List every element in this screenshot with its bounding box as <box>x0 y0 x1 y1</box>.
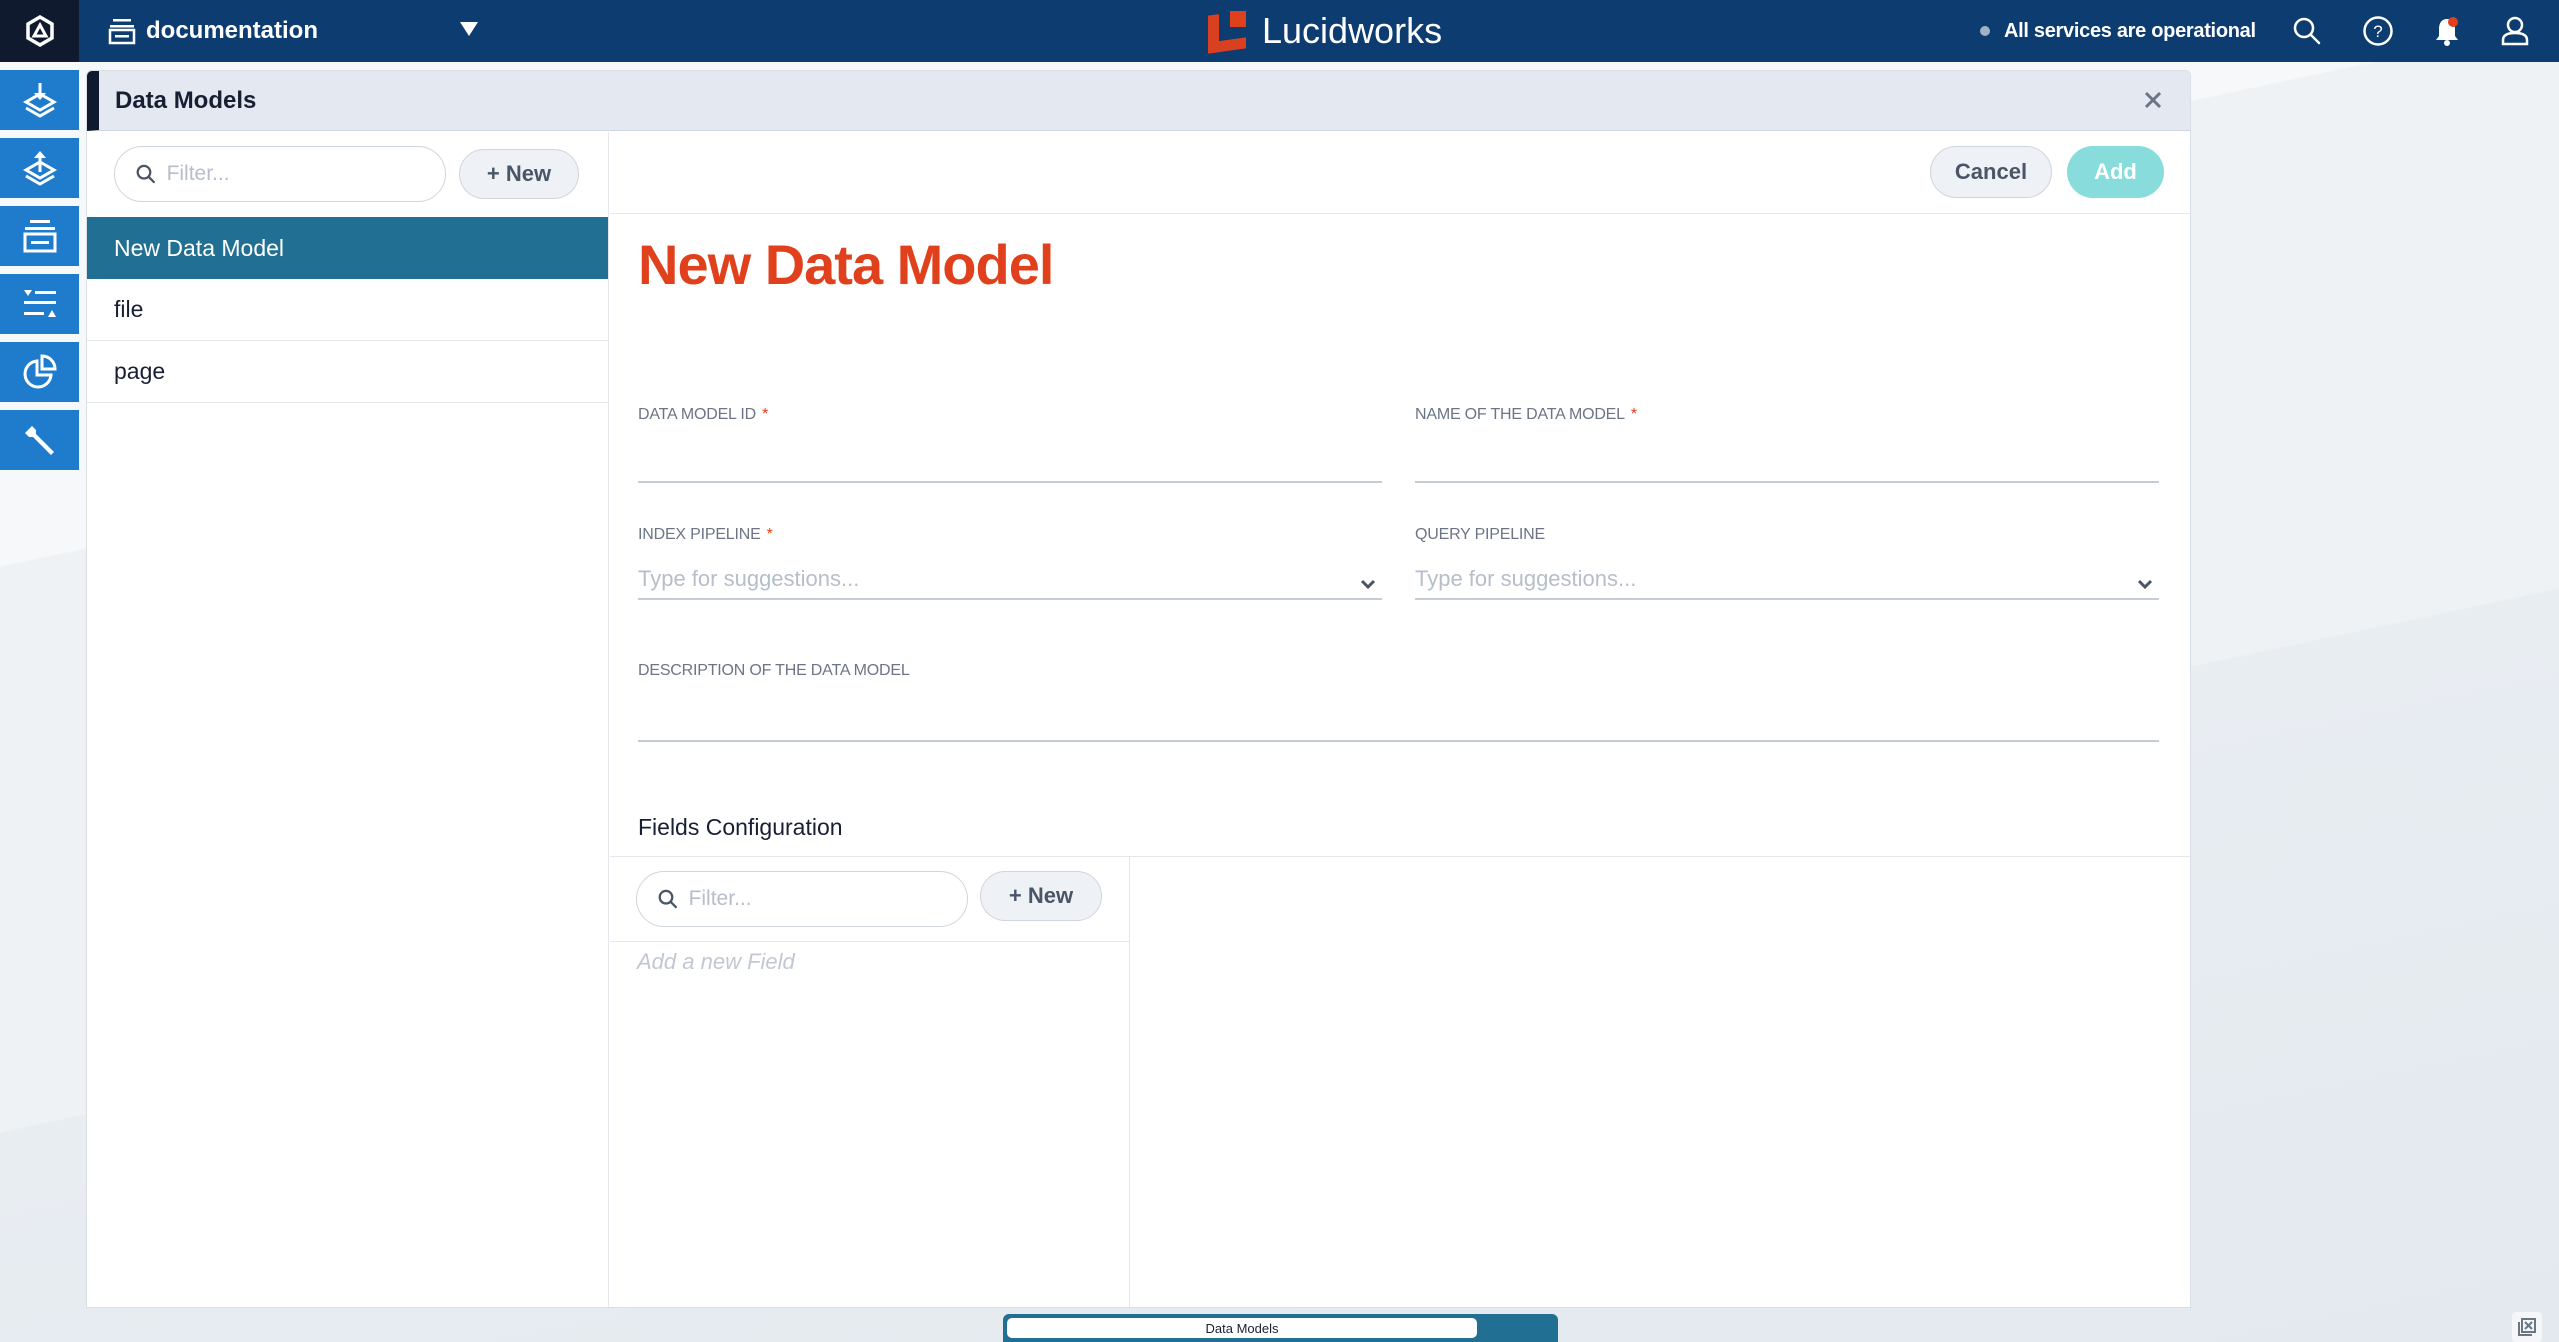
new-data-model-button[interactable]: + New <box>459 149 579 199</box>
notifications-button[interactable] <box>2430 14 2464 48</box>
rail-item-analytics[interactable] <box>0 342 79 402</box>
action-bar: Cancel Add <box>610 132 2190 214</box>
rail-item-system[interactable] <box>0 410 79 470</box>
user-icon <box>2501 16 2529 46</box>
left-nav-rail <box>0 70 79 478</box>
empty-fields-message: Add a new Field <box>637 949 795 974</box>
close-all-icon <box>2518 1318 2536 1336</box>
help-button[interactable]: ? <box>2361 14 2395 48</box>
fields-configuration-title: Fields Configuration <box>638 814 843 840</box>
list-item-label: file <box>114 296 144 322</box>
app-stack-icon <box>108 19 136 45</box>
panel-header: Data Models <box>87 71 2190 131</box>
list-item[interactable]: file <box>87 279 608 341</box>
close-all-panels-button[interactable] <box>2512 1312 2542 1342</box>
add-button[interactable]: Add <box>2067 146 2164 198</box>
new-field-button[interactable]: + New <box>980 871 1102 921</box>
status-dot-icon <box>1980 26 1990 36</box>
close-panel-button[interactable] <box>2138 85 2168 115</box>
field-label: NAME OF THE DATA MODEL * <box>1415 406 1637 423</box>
data-model-form-panel: Cancel Add New Data Model DATA MODEL ID *… <box>610 132 2190 1307</box>
data-model-name-field: NAME OF THE DATA MODEL * <box>1415 406 2159 486</box>
description-field: DESCRIPTION OF THE DATA MODEL <box>638 662 2159 744</box>
required-marker: * <box>1630 406 1637 423</box>
search-icon <box>136 164 155 184</box>
field-label: DATA MODEL ID * <box>638 406 769 423</box>
fields-configuration-area: + New Add a new Field <box>610 856 2190 1307</box>
list-item[interactable]: New Data Model <box>87 217 608 279</box>
index-pipeline-field: INDEX PIPELINE * <box>638 526 1382 610</box>
field-label: DESCRIPTION OF THE DATA MODEL <box>638 662 910 679</box>
data-model-list: New Data Model file page <box>87 217 608 403</box>
description-input[interactable] <box>638 702 2159 742</box>
list-item[interactable]: page <box>87 341 608 403</box>
help-icon: ? <box>2363 16 2393 46</box>
notification-bell-icon <box>2436 17 2458 46</box>
search-icon <box>2293 17 2321 45</box>
rail-item-query[interactable] <box>0 138 79 198</box>
field-label: INDEX PIPELINE * <box>638 526 773 543</box>
status-text: All services are operational <box>2004 19 2256 42</box>
tray-tab-data-models[interactable]: Data Models <box>1007 1318 1477 1338</box>
close-icon <box>2144 91 2162 109</box>
service-status[interactable]: All services are operational <box>1980 0 2256 62</box>
required-marker: * <box>766 526 773 543</box>
analytics-icon <box>23 354 57 389</box>
data-model-name-input[interactable] <box>1415 443 2159 483</box>
rail-item-relevance[interactable] <box>0 274 79 334</box>
top-bar: documentation Lucidworks All services ar… <box>0 0 2559 62</box>
app-name: documentation <box>146 17 318 44</box>
search-icon <box>658 889 677 909</box>
cancel-button[interactable]: Cancel <box>1930 146 2052 198</box>
chevron-down-icon <box>460 22 478 36</box>
home-logo-button[interactable] <box>0 0 79 62</box>
field-label: QUERY PIPELINE <box>1415 526 1545 543</box>
field-filter-input[interactable] <box>688 887 967 911</box>
fields-list-panel: + New Add a new Field <box>610 857 1130 1307</box>
search-button[interactable] <box>2290 14 2324 48</box>
brand-name: Lucidworks <box>1262 10 1443 51</box>
index-collect-icon <box>22 83 57 118</box>
field-filter[interactable] <box>636 871 968 927</box>
rail-item-collections[interactable] <box>0 206 79 266</box>
query-pipeline-input[interactable] <box>1415 560 2159 600</box>
data-model-filter-input[interactable] <box>166 162 445 186</box>
svg-text:?: ? <box>2373 22 2382 41</box>
form-title: New Data Model <box>638 233 1054 296</box>
list-item-label: New Data Model <box>114 234 285 261</box>
app-selector[interactable]: documentation <box>108 0 478 62</box>
brand-logo: Lucidworks <box>1208 0 1442 62</box>
rail-item-collect[interactable] <box>0 70 79 130</box>
data-models-panel: Data Models + New New Data Model file <box>86 70 2191 1308</box>
lucidworks-logo-icon <box>1208 10 1246 54</box>
system-wrench-icon <box>24 426 54 455</box>
panel-title: Data Models <box>115 87 257 114</box>
data-model-id-input[interactable] <box>638 443 1382 483</box>
collections-icon <box>23 220 56 253</box>
required-marker: * <box>762 406 769 423</box>
open-panels-tray: Data Models <box>1003 1314 1558 1342</box>
relevance-icon <box>23 290 56 317</box>
data-model-list-panel: + New New Data Model file page <box>87 132 609 1307</box>
data-model-id-field: DATA MODEL ID * <box>638 406 1382 486</box>
user-menu-button[interactable] <box>2498 14 2532 48</box>
query-icon <box>22 151 57 186</box>
divider <box>610 941 1129 942</box>
query-pipeline-field: QUERY PIPELINE <box>1415 526 2159 610</box>
list-item-label: page <box>114 358 166 384</box>
index-pipeline-input[interactable] <box>638 560 1382 600</box>
fusion-hexagon-logo-icon <box>25 15 54 47</box>
data-model-filter[interactable] <box>114 146 446 202</box>
